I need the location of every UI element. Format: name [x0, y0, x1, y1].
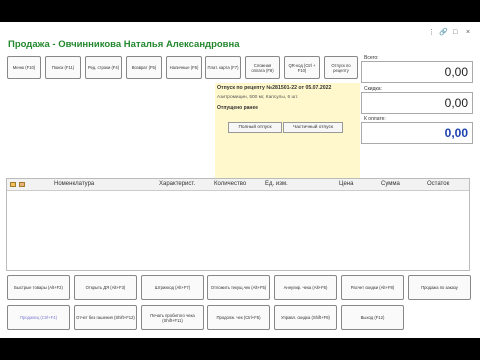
cash-button[interactable]: Наличные (F6)	[166, 56, 202, 79]
partial-dispense-button[interactable]: Частичный отпуск	[283, 122, 343, 133]
report-no-clear-button[interactable]: Отчет без гашения (Shift+F12)	[74, 305, 137, 330]
prescription-button[interactable]: Отпуск по рецепту	[324, 56, 358, 79]
col-quantity[interactable]: Количество	[214, 181, 246, 187]
col-sum[interactable]: Сумма	[381, 181, 400, 187]
prescription-title: Отпуск по рецепту №281501-22 от 05.07.20…	[217, 85, 332, 91]
link-icon[interactable]: 🔗	[439, 29, 448, 37]
qr-code-button[interactable]: QR-код (Ctrl + F10)	[284, 56, 320, 79]
card-button[interactable]: Плат. карта (F7)	[205, 56, 241, 79]
list-icon[interactable]	[19, 182, 25, 187]
search-button[interactable]: Поиск (F11)	[45, 56, 81, 79]
quick-goods-button[interactable]: Быстрые товары (Alt+F2)	[7, 275, 70, 300]
complex-payment-button[interactable]: Сложная оплата (F8)	[245, 56, 280, 79]
total-field: 0,00	[361, 61, 473, 83]
discount-calc-button[interactable]: Расчет скидки (Alt+F8)	[341, 275, 404, 300]
pay-field: 0,00	[361, 122, 473, 144]
discount-field: 0,00	[361, 92, 473, 114]
exit-button[interactable]: Выход (F12)	[341, 305, 404, 330]
col-price[interactable]: Цена	[339, 181, 353, 187]
col-stock[interactable]: Остаток	[427, 181, 449, 187]
managed-discount-button[interactable]: Управл. скидка (Shift+F8)	[274, 305, 337, 330]
col-characteristic[interactable]: Характерист.	[159, 181, 195, 187]
table-header: Номенклатура Характерист. Количество Ед.…	[7, 179, 469, 191]
close-icon[interactable]: ×	[466, 29, 470, 37]
more-icon[interactable]: ⋮	[428, 29, 435, 37]
col-unit[interactable]: Ед. изм.	[265, 181, 288, 187]
window-title: Продажа - Овчинникова Наталья Александро…	[8, 39, 240, 50]
seller-button[interactable]: Продавец (Ctrl+F4)	[7, 305, 70, 330]
continue-check-button[interactable]: Продолж. чек (Ctrl+F5)	[207, 305, 270, 330]
prescription-status: Отпущено ранее	[217, 105, 259, 111]
return-button[interactable]: Возврат (F5)	[126, 56, 162, 79]
edit-row-button[interactable]: Ред. строки (F4)	[85, 56, 122, 79]
order-sale-button[interactable]: Продажа по заказу	[408, 275, 471, 300]
col-nomenclature[interactable]: Номенклатура	[54, 181, 94, 187]
open-dya-button[interactable]: Открыть ДЯ (Alt+F3)	[74, 275, 137, 300]
items-table[interactable]: Номенклатура Характерист. Количество Ед.…	[6, 178, 470, 271]
cancel-check-button[interactable]: Аннулир. чека (Alt+F6)	[274, 275, 337, 300]
barcode-button[interactable]: Штрихкод (Alt+F7)	[141, 275, 204, 300]
prescription-medicine: Азитромицин, 500 мг, Капсулы, 6 шт.	[217, 95, 299, 100]
print-check-button[interactable]: Печать пробитого чека (Shift+F11)	[141, 305, 204, 330]
menu-button[interactable]: Меню (F10)	[7, 56, 41, 79]
postpone-check-button[interactable]: Отложить текущ.чек (Alt+F5)	[207, 275, 270, 300]
maximize-icon[interactable]: □	[453, 29, 457, 37]
full-dispense-button[interactable]: Полный отпуск	[228, 122, 282, 133]
sales-window: Продажа - Овчинникова Наталья Александро…	[0, 22, 480, 338]
folder-icon[interactable]	[10, 182, 16, 187]
